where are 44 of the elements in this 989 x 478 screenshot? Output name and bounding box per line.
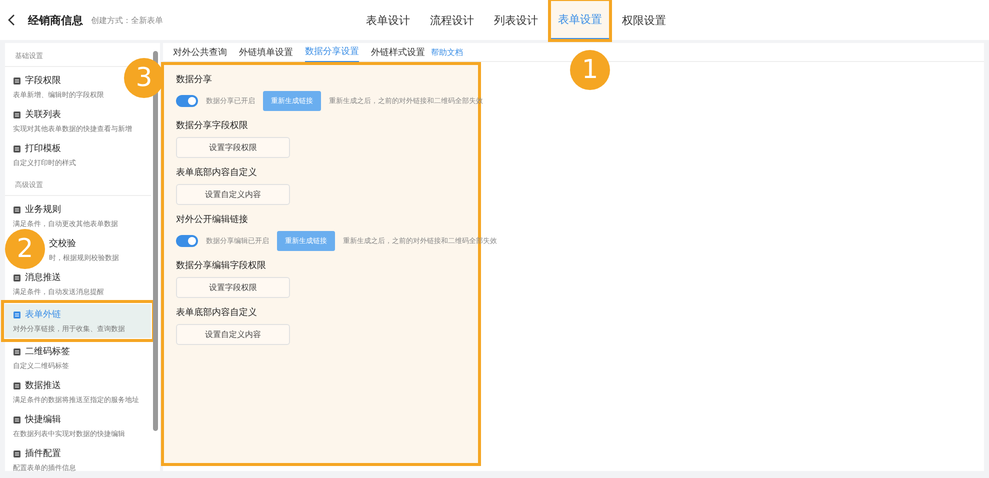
item-title: 消息推送 bbox=[25, 272, 61, 284]
top-tab[interactable]: 列表设计 bbox=[486, 0, 546, 40]
item-title: 插件配置 bbox=[25, 448, 61, 460]
item-title: 业务规则 bbox=[25, 204, 61, 216]
sub-tab[interactable]: 外链样式设置 bbox=[371, 42, 425, 62]
back-icon[interactable] bbox=[8, 14, 16, 26]
toggle-switch[interactable] bbox=[176, 235, 198, 247]
document-icon bbox=[13, 382, 21, 390]
document-icon bbox=[13, 416, 21, 424]
setting-title: 数据分享编辑字段权限 bbox=[176, 260, 267, 272]
top-tab[interactable]: 流程设计 bbox=[422, 0, 482, 40]
setting-button[interactable]: 设置字段权限 bbox=[176, 277, 290, 298]
document-icon bbox=[13, 274, 21, 282]
form-subtitle: 创建方式：全新表单 bbox=[91, 14, 163, 26]
document-icon bbox=[13, 348, 21, 356]
help-link[interactable]: 帮助文档 bbox=[431, 46, 463, 58]
document-icon bbox=[13, 110, 21, 118]
top-tab[interactable]: 权限设置 bbox=[614, 0, 674, 40]
sub-tab[interactable]: 外链填单设置 bbox=[239, 42, 293, 62]
document-icon bbox=[13, 206, 21, 214]
setting-button[interactable]: 设置自定义内容 bbox=[176, 184, 290, 205]
setting-title: 对外公开编辑链接 bbox=[176, 214, 249, 226]
document-icon bbox=[13, 310, 21, 318]
item-title: 关联列表 bbox=[25, 108, 61, 121]
top-tab[interactable]: 表单设计 bbox=[358, 0, 418, 40]
item-title: 二维码标签 bbox=[25, 346, 70, 358]
setting-title: 表单底部内容自定义 bbox=[176, 306, 258, 319]
item-title: 打印模板 bbox=[25, 142, 61, 155]
document-icon bbox=[13, 450, 21, 458]
form-title: 经销商信息 bbox=[28, 12, 83, 28]
document-icon bbox=[13, 76, 21, 84]
setting-button[interactable]: 设置自定义内容 bbox=[176, 324, 290, 345]
item-title: 交校验 bbox=[49, 238, 76, 250]
sub-tab[interactable]: 对外公共查询 bbox=[173, 42, 227, 62]
item-title: 字段权限 bbox=[25, 74, 61, 87]
setting-button[interactable]: 设置字段权限 bbox=[176, 137, 290, 158]
setting-title: 数据分享字段权限 bbox=[176, 120, 249, 132]
item-title: 数据推送 bbox=[25, 380, 61, 392]
item-title: 快捷编辑 bbox=[25, 414, 61, 426]
setting-title: 数据分享 bbox=[176, 74, 213, 86]
toggle-switch[interactable] bbox=[176, 95, 198, 107]
setting-title: 表单底部内容自定义 bbox=[176, 166, 258, 179]
item-title: 表单外链 bbox=[25, 308, 61, 321]
document-icon bbox=[13, 144, 21, 152]
